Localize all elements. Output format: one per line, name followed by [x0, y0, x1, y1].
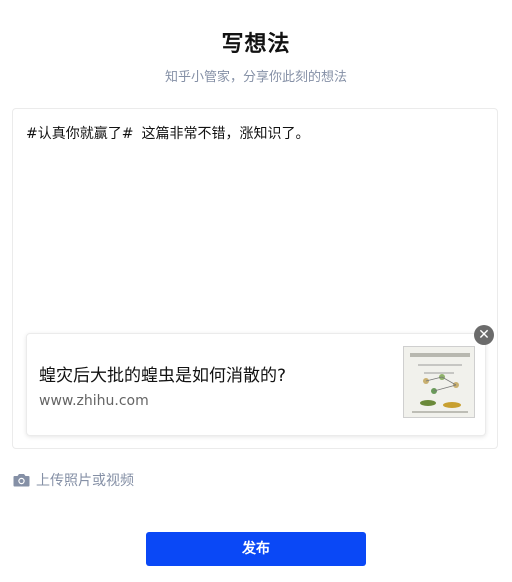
- page-title: 写想法: [221, 32, 291, 57]
- camera-icon: [13, 474, 30, 487]
- link-domain: www.zhihu.com: [39, 393, 149, 409]
- link-title: 蝗灾后大批的蝗虫是如何消散的?: [39, 366, 287, 386]
- upload-label: 上传照片或视频: [36, 473, 134, 489]
- topic-tag[interactable]: #认真你就赢了#: [26, 126, 133, 142]
- editor-text: 这篇非常不错，涨知识了。: [141, 126, 310, 142]
- article-thumbnail: [403, 346, 475, 418]
- publish-button[interactable]: 发布: [146, 532, 366, 566]
- page-subtitle: 知乎小管家，分享你此刻的想法: [164, 70, 347, 85]
- upload-media-button[interactable]: 上传照片或视频: [13, 470, 134, 490]
- thought-editor[interactable]: #认真你就赢了# 这篇非常不错，涨知识了。 蝗灾后大批的蝗虫是如何消散的? www…: [12, 108, 498, 449]
- link-preview-card[interactable]: 蝗灾后大批的蝗虫是如何消散的? www.zhihu.com: [26, 333, 486, 436]
- editor-content[interactable]: #认真你就赢了# 这篇非常不错，涨知识了。: [26, 123, 309, 143]
- close-icon[interactable]: ✕: [474, 325, 494, 345]
